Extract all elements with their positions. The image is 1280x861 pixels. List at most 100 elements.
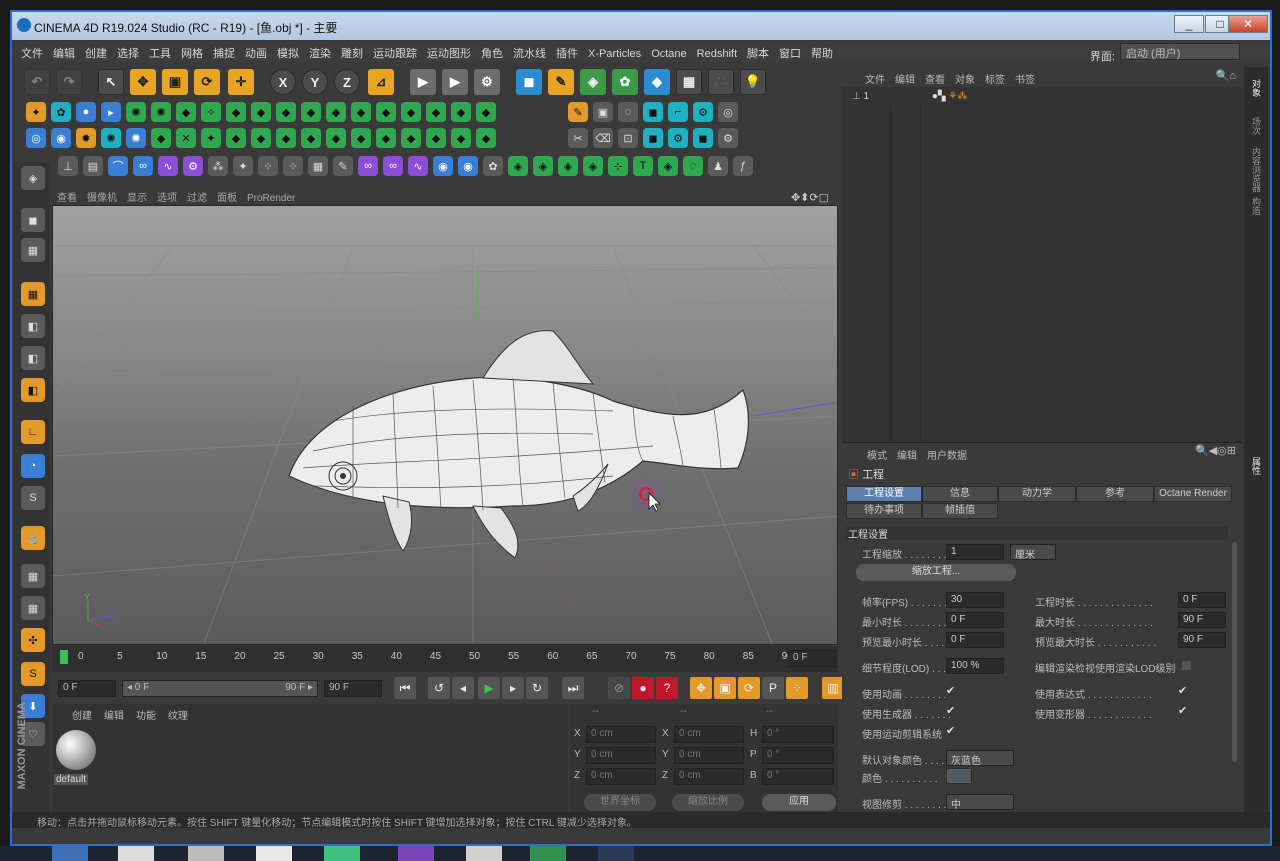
octane-tool-icon[interactable]: ◈ <box>533 156 553 176</box>
octane-tool-icon[interactable]: ⁘ <box>258 156 278 176</box>
xparticles-tool-icon[interactable]: ▸ <box>101 102 121 122</box>
octane-tool-icon[interactable]: ⁘ <box>283 156 303 176</box>
use-deformers-checkbox[interactable]: ✔ <box>1178 704 1187 717</box>
coord-size-field[interactable]: 0 cm <box>674 726 744 743</box>
octane-tool-icon[interactable]: T <box>633 156 653 176</box>
snap-icon[interactable]: S <box>21 486 45 510</box>
snap-grid-icon[interactable]: ▦ <box>21 596 45 620</box>
xparticles-modifier-icon[interactable]: ✺ <box>101 128 121 148</box>
keyframe-selection-icon[interactable]: ? <box>656 677 678 699</box>
octane-scene-icon[interactable]: ◌ <box>618 102 638 122</box>
tab-takes[interactable]: 场次 <box>1250 117 1263 135</box>
select-tool-button[interactable]: ↖ <box>98 69 124 95</box>
material-tag-icon[interactable]: ●▚ <box>932 91 946 102</box>
attribute-menu-item[interactable]: 模式 <box>862 443 892 466</box>
prev-frame-icon[interactable]: ◂ <box>452 677 474 699</box>
octane-tool-icon[interactable]: ▤ <box>83 156 103 176</box>
redo-button[interactable]: ↷ <box>56 69 82 95</box>
octane-tool-icon[interactable]: ⊥ <box>58 156 78 176</box>
menu-item[interactable]: 网格 <box>176 42 208 64</box>
current-frame-field[interactable]: 0 F <box>788 650 836 667</box>
polygons-mode-icon[interactable]: ◧ <box>21 378 45 402</box>
object-mode-icon[interactable]: ◼ <box>21 208 45 232</box>
render-view-icon[interactable]: ▶ <box>410 69 436 95</box>
octane-tool-icon[interactable]: ◉ <box>433 156 453 176</box>
key-param-icon[interactable]: P <box>762 677 784 699</box>
key-rotation-icon[interactable]: ⟳ <box>738 677 760 699</box>
apply-button[interactable]: 应用 <box>762 794 836 811</box>
octane-tool-icon[interactable]: ✿ <box>483 156 503 176</box>
grid-lock-icon[interactable]: ▦ <box>21 564 45 588</box>
attr-search-icon[interactable]: 🔍◀◎⊞ <box>1195 444 1236 457</box>
menu-item[interactable]: 流水线 <box>508 42 551 64</box>
xparticles-tool-icon[interactable]: ◆ <box>176 102 196 122</box>
menu-item[interactable]: X-Particles <box>583 45 646 63</box>
project-scale-input[interactable]: 1 <box>946 544 1004 560</box>
octane-tool-icon[interactable]: ∿ <box>158 156 178 176</box>
magnet-icon[interactable]: ⚓ <box>21 526 45 550</box>
key-pla-icon[interactable]: ⁘ <box>786 677 808 699</box>
use-animation-checkbox[interactable]: ✔ <box>946 684 955 697</box>
end-frame-field[interactable]: 90 F <box>324 680 382 697</box>
coord-rotation-field[interactable]: 0 ° <box>762 768 834 785</box>
xparticles-modifier-icon[interactable]: ◆ <box>326 128 346 148</box>
autokey-icon[interactable]: ● <box>632 677 654 699</box>
xparticles-tool-icon[interactable]: ● <box>76 102 96 122</box>
xparticles-tool-icon[interactable]: ◆ <box>376 102 396 122</box>
min-time-input[interactable]: 0 F <box>946 612 1004 628</box>
xparticles-tool-icon[interactable]: ◆ <box>426 102 446 122</box>
points-mode-icon[interactable]: ◧ <box>21 314 45 338</box>
key-scale-icon[interactable]: ▣ <box>714 677 736 699</box>
menu-item[interactable]: 窗口 <box>774 42 806 64</box>
xparticles-modifier-icon[interactable]: ✺ <box>126 128 146 148</box>
octane-tool-icon[interactable]: ∿ <box>408 156 428 176</box>
color-swatch[interactable] <box>946 768 972 784</box>
camera-icon[interactable]: 🎥 <box>708 69 734 95</box>
xparticles-modifier-icon[interactable]: ◆ <box>226 128 246 148</box>
close-button[interactable]: ✕ <box>1228 15 1268 33</box>
menu-item[interactable]: Redshift <box>692 45 742 63</box>
lod-input[interactable]: 100 % <box>946 658 1004 674</box>
tab-structure[interactable]: 构造 <box>1250 197 1263 215</box>
xparticles-modifier-icon[interactable]: ◉ <box>51 128 71 148</box>
octane-material-icon[interactable]: ⌫ <box>593 128 613 148</box>
tab-todo[interactable]: 待办事项 <box>846 503 922 519</box>
tab-content-browser[interactable]: 内容浏览器 <box>1250 147 1263 192</box>
axis-mode-icon[interactable]: ∟ <box>21 420 45 444</box>
xparticles-modifier-icon[interactable]: ◆ <box>301 128 321 148</box>
menu-item[interactable]: 雕刻 <box>336 42 368 64</box>
octane-material-icon[interactable]: ✂ <box>568 128 588 148</box>
menu-item[interactable]: 角色 <box>476 42 508 64</box>
view-clipping-select[interactable]: 中 <box>946 794 1014 811</box>
xparticles-modifier-icon[interactable]: ◆ <box>476 128 496 148</box>
max-time-input[interactable]: 90 F <box>1178 612 1226 628</box>
default-material-swatch[interactable] <box>56 730 96 770</box>
xparticles-tool-icon[interactable]: ◆ <box>401 102 421 122</box>
use-motion-system-checkbox[interactable]: ✔ <box>946 724 955 737</box>
octane-tool-icon[interactable]: ∞ <box>383 156 403 176</box>
scale-tool-button[interactable]: ▣ <box>162 69 188 95</box>
octane-tool-icon[interactable]: ⚙ <box>183 156 203 176</box>
coord-rotation-field[interactable]: 0 ° <box>762 726 834 743</box>
coord-size-field[interactable]: 0 cm <box>674 747 744 764</box>
key-position-icon[interactable]: ✥ <box>690 677 712 699</box>
render-lod-checkbox[interactable] <box>1182 661 1191 670</box>
taskbar-app-5[interactable] <box>324 846 360 861</box>
taskbar-app-8[interactable] <box>530 846 566 861</box>
edges-mode-icon[interactable]: ◧ <box>21 346 45 370</box>
move-tool-button[interactable]: ✥ <box>130 69 156 95</box>
next-frame-icon[interactable]: ▸ <box>502 677 524 699</box>
menu-item[interactable]: 模拟 <box>272 42 304 64</box>
octane-tool-icon[interactable]: ✎ <box>333 156 353 176</box>
xparticles-modifier-icon[interactable]: ✦ <box>201 128 221 148</box>
material-menu-item[interactable]: 编辑 <box>98 704 130 725</box>
octane-tool-icon[interactable]: ∞ <box>358 156 378 176</box>
octane-tool-icon[interactable]: ◉ <box>458 156 478 176</box>
timeline[interactable]: 051015202530354045505560657075808590 0 F <box>52 646 838 672</box>
start-frame-field[interactable]: 0 F <box>58 680 116 697</box>
live-select-button[interactable]: ✛ <box>228 69 254 95</box>
xparticles-modifier-icon[interactable]: ◆ <box>426 128 446 148</box>
material-menu-item[interactable]: 功能 <box>130 704 162 725</box>
octane-tool-icon[interactable]: ⊹ <box>608 156 628 176</box>
menu-item[interactable]: 编辑 <box>48 42 80 64</box>
